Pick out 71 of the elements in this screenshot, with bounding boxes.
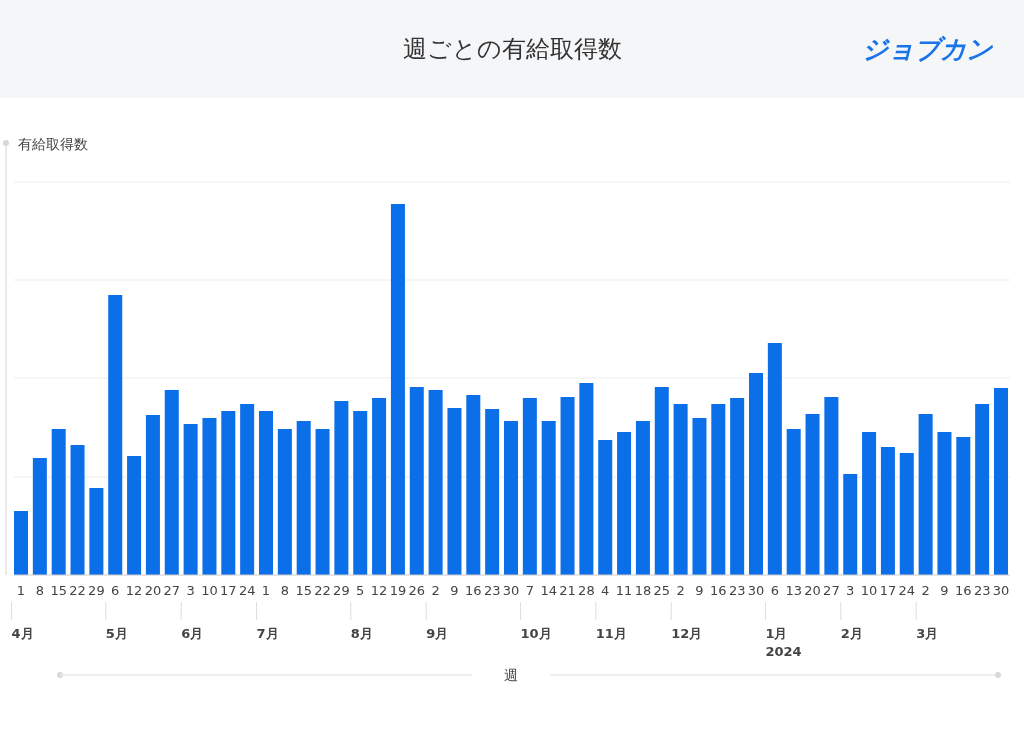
month-label: 1月 (765, 626, 788, 641)
week-label: 29 (88, 583, 105, 598)
y-axis-title: 有給取得数 (18, 136, 88, 152)
week-label: 24 (238, 583, 256, 598)
week-label: 23 (728, 583, 746, 598)
week-label: 24 (898, 583, 916, 598)
week-label: 18 (634, 583, 652, 598)
logo: ジョブカン (862, 33, 992, 66)
week-label: 8 (35, 583, 44, 598)
week-label: 22 (69, 583, 86, 598)
week-label: 19 (389, 583, 407, 598)
week-label: 13 (785, 583, 802, 598)
week-label: 12 (370, 583, 388, 598)
week-label: 7 (525, 583, 534, 598)
week-label: 2 (676, 583, 685, 598)
week-label: 26 (408, 583, 426, 598)
week-label: 15 (295, 583, 312, 598)
month-label: 12月 (671, 626, 703, 641)
week-label: 8 (280, 583, 289, 598)
week-label: 6 (111, 583, 120, 598)
week-label: 20 (144, 583, 162, 598)
week-label: 23 (973, 583, 991, 598)
week-label: 16 (955, 583, 972, 598)
month-label: 8月 (350, 626, 373, 641)
week-label: 16 (710, 583, 727, 598)
week-label: 23 (483, 583, 501, 598)
month-label: 3月 (916, 626, 939, 641)
week-label: 27 (823, 583, 840, 598)
week-label: 1 (261, 583, 271, 598)
week-label: 9 (450, 583, 459, 598)
month-label: 5月 (105, 626, 128, 641)
week-label: 30 (502, 583, 520, 598)
week-label: 5 (356, 583, 365, 598)
week-label: 17 (879, 583, 897, 598)
week-label: 20 (804, 583, 821, 598)
week-label: 1 (16, 583, 26, 598)
week-label: 25 (653, 583, 671, 598)
month-label: 4月 (11, 626, 34, 641)
month-label: 11月 (595, 626, 627, 641)
month-label: 7月 (256, 626, 279, 641)
x-axis-title: 週 (504, 667, 518, 683)
chart-title: 週ごとの有給取得数 (402, 34, 622, 65)
week-label: 4 (601, 583, 610, 598)
week-label: 2 (431, 583, 440, 598)
week-label: 9 (940, 583, 949, 598)
week-label: 10 (201, 583, 218, 598)
week-label: 10 (860, 583, 878, 598)
week-label: 3 (186, 583, 195, 598)
week-label: 16 (465, 583, 482, 598)
week-label: 9 (695, 583, 704, 598)
month-label: 9月 (426, 626, 449, 641)
week-label: 30 (992, 583, 1010, 598)
week-label: 21 (559, 583, 576, 598)
week-label: 28 (578, 583, 595, 598)
week-label: 17 (220, 583, 237, 598)
week-label: 6 (770, 583, 779, 598)
month-label: 10月 (520, 626, 552, 641)
week-label: 30 (747, 583, 765, 598)
week-label: 2 (921, 583, 930, 598)
week-label: 11 (615, 583, 633, 598)
bar (14, 511, 28, 575)
year-label: 2024 (765, 644, 802, 659)
week-label: 29 (333, 583, 350, 598)
week-label: 12 (125, 583, 143, 598)
month-label: 2月 (840, 626, 863, 641)
week-label: 22 (314, 583, 331, 598)
week-label: 14 (540, 583, 557, 598)
week-label: 27 (163, 583, 181, 598)
week-label: 15 (50, 583, 67, 598)
month-label: 6月 (181, 626, 204, 641)
week-label: 3 (846, 583, 855, 598)
